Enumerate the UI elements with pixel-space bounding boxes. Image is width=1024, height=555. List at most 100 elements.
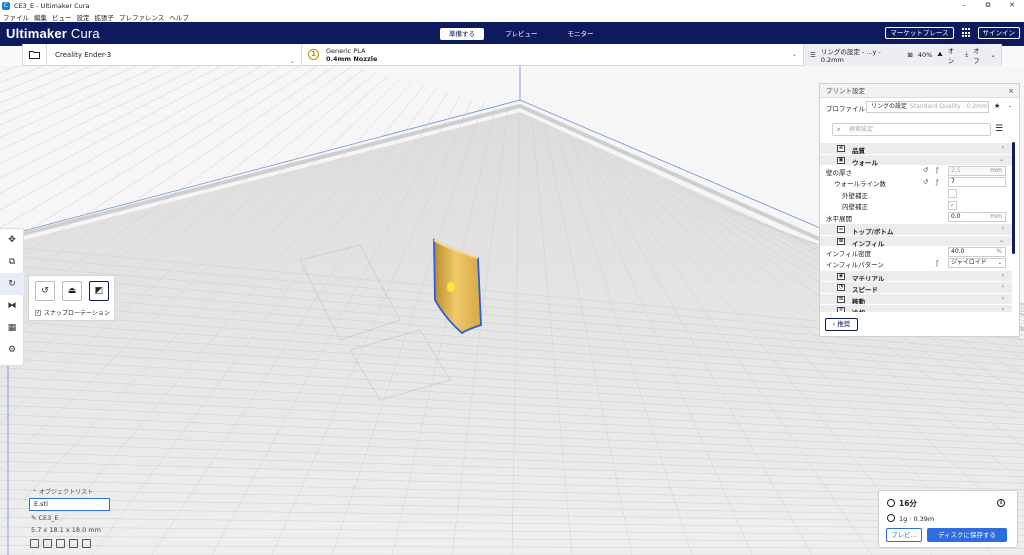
star-icon[interactable]: ★ xyxy=(994,102,1000,110)
setting-value-input[interactable]: 7 xyxy=(948,177,1006,188)
reset-icon[interactable]: ↺ xyxy=(923,178,928,186)
quality-icon: ≡ xyxy=(837,145,845,152)
chevron-icon: ‹ xyxy=(1001,283,1004,291)
info-icon[interactable]: i xyxy=(997,499,1005,507)
function-icon[interactable]: ƒ xyxy=(936,178,938,186)
settings-category[interactable]: ⊠ インフィル ⌄ xyxy=(820,234,1012,248)
setting-select[interactable]: ジャイロイド ⌄ xyxy=(948,258,1006,269)
view-right-icon[interactable] xyxy=(82,539,91,548)
view-front-icon[interactable] xyxy=(43,539,52,548)
print-settings-selector[interactable]: ☰ リングの設定 - ...y - 0.2mm ⊠ 40% ⛰ オン ⤓ オフ … xyxy=(804,43,1001,66)
apps-grid-icon[interactable] xyxy=(961,28,972,38)
function-icon[interactable]: ƒ xyxy=(936,166,938,174)
setting-value-input[interactable]: 0.0 mm xyxy=(948,212,1006,223)
save-to-disk-button[interactable]: ディスクに保存する xyxy=(927,528,1007,542)
profile-selector[interactable]: リングの設定 Standard Quality - 0.2mm xyxy=(866,101,989,113)
brand-logo: Ultimaker Cura xyxy=(6,26,100,41)
per-model-settings-icon: ▦ xyxy=(7,323,17,333)
settings-scrollbar[interactable] xyxy=(1012,142,1015,254)
signin-button[interactable]: サインイン xyxy=(977,27,1020,39)
function-icon[interactable]: ƒ xyxy=(936,259,938,267)
settings-category[interactable]: ☰ トップ/ボトム ‹ xyxy=(820,223,1012,236)
reset-icon[interactable]: ↺ xyxy=(923,166,928,174)
panel-header: プリント設定 × xyxy=(820,84,1019,98)
menu-settings[interactable]: 設定 xyxy=(77,12,90,22)
chevron-down-icon: ⌄ xyxy=(997,260,1002,267)
menu-file[interactable]: ファイル xyxy=(3,12,29,22)
object-list-item[interactable]: E.stl xyxy=(29,498,110,511)
marketplace-button[interactable]: マーケットプレース xyxy=(885,27,954,39)
view-top-icon[interactable] xyxy=(56,539,65,548)
setting-row: 外壁補正 xyxy=(820,188,1012,200)
settings-visibility-menu-icon[interactable]: ☰ xyxy=(995,124,1003,134)
material-selector[interactable]: 1 Generic PLA 0.4mm Nozzle ⌄ xyxy=(302,43,804,66)
menu-view[interactable]: ビュー xyxy=(52,12,72,22)
menu-help[interactable]: ヘルプ xyxy=(169,12,189,22)
chevron-down-icon[interactable]: ⌄ xyxy=(1008,103,1012,109)
chevron-down-icon: ⌄ xyxy=(289,57,295,65)
setting-value-input[interactable]: 40.0% xyxy=(948,246,1006,257)
menu-extensions[interactable]: 拡張子 xyxy=(95,12,115,22)
select-face-to-align-button[interactable]: ◩ xyxy=(89,281,109,301)
mirror-icon: ⧓ xyxy=(7,301,17,311)
view-3d-icon[interactable] xyxy=(30,539,39,548)
settings-category[interactable]: ▣ ウォール ⌄ xyxy=(820,153,1012,167)
search-icon: ⌕ xyxy=(837,126,841,133)
setting-label: ウォールライン数 xyxy=(834,180,886,189)
settings-category[interactable]: ⇆ 移動 ‹ xyxy=(820,292,1012,306)
rotate-tool-button[interactable]: ↻ xyxy=(0,273,24,295)
setting-checkbox[interactable] xyxy=(948,189,957,199)
reset-rotation-button[interactable]: ↺ xyxy=(35,281,55,301)
close-button[interactable]: ✕ xyxy=(1000,0,1024,11)
open-file-button[interactable] xyxy=(23,43,47,66)
view-left-icon[interactable] xyxy=(69,539,78,548)
spool-icon xyxy=(887,514,895,522)
settings-category[interactable]: ≡ 品質 ‹ xyxy=(820,142,1012,155)
settings-search-input[interactable]: ⌕ 検索設定 xyxy=(832,123,991,136)
chevron-icon: ‹ xyxy=(1001,225,1004,233)
chevron-icon: ‹ xyxy=(1001,306,1004,312)
snap-rotation-toggle[interactable]: ✓ スナップローテーション xyxy=(35,308,110,317)
rotate-icon: ↻ xyxy=(8,279,16,289)
setting-value: 7 xyxy=(951,178,955,186)
window-titlebar: C CE3_E - Ultimaker Cura – ⧉ ✕ xyxy=(0,0,1024,11)
close-icon[interactable]: × xyxy=(1008,84,1014,98)
settings-category[interactable]: ◔ スピード ‹ xyxy=(820,281,1012,294)
job-name[interactable]: ✎ CE3_E xyxy=(31,514,59,522)
tab-prepare[interactable]: 準備する xyxy=(440,28,484,40)
minimize-button[interactable]: – xyxy=(952,0,976,11)
header-actions: マーケットプレース サインイン xyxy=(879,27,1020,39)
scale-icon: ⧉ xyxy=(8,257,16,267)
chevron-down-icon: ⌄ xyxy=(990,50,996,59)
material-estimate-value: 1g · 0.39m xyxy=(899,515,935,523)
setting-unit: % xyxy=(996,247,1002,255)
checkbox-icon[interactable]: ✓ xyxy=(35,309,41,316)
snap-rotation-label: スナップローテーション xyxy=(44,310,110,317)
move-tool-button[interactable]: ✥ xyxy=(0,229,24,251)
lay-flat-button[interactable]: ⏏ xyxy=(62,281,82,301)
scale-tool-button[interactable]: ⧉ xyxy=(0,251,24,273)
recommended-button[interactable]: ‹ 推奨 xyxy=(825,318,858,331)
per-model-settings-button[interactable]: ▦ xyxy=(0,317,24,339)
settings-category[interactable]: ◉ マテリアル ‹ xyxy=(820,269,1012,283)
menu-edit[interactable]: 編集 xyxy=(34,12,47,22)
menu-preferences[interactable]: プレファレンス xyxy=(119,12,164,22)
setting-value: 40.0 xyxy=(951,247,965,255)
setting-value-input[interactable]: 2.5 mm xyxy=(948,165,1006,176)
setting-value: 0.0 xyxy=(951,213,961,221)
support-blocker-button[interactable]: ⚙ xyxy=(0,339,24,361)
tab-preview[interactable]: プレビュー xyxy=(496,28,547,40)
settings-category[interactable]: ✲ 冷却 ‹ xyxy=(820,304,1012,312)
printer-selector[interactable]: Creality Ender-3 ⌄ xyxy=(47,43,302,66)
preview-button[interactable]: プレビ... xyxy=(886,528,922,542)
printer-name: Creality Ender-3 xyxy=(55,50,112,59)
object-list-toggle[interactable]: ⌃ オブジェクトリスト xyxy=(32,487,93,496)
view-orientation-buttons xyxy=(30,539,95,548)
setting-label: 外壁補正 xyxy=(842,191,868,200)
tab-monitor[interactable]: モニター xyxy=(559,28,603,40)
lay-flat-icon: ⏏ xyxy=(67,286,77,296)
align-face-icon: ◩ xyxy=(94,286,104,296)
maximize-button[interactable]: ⧉ xyxy=(976,0,1000,11)
setting-checkbox[interactable]: ✓ xyxy=(948,200,957,210)
mirror-tool-button[interactable]: ⧓ xyxy=(0,295,24,317)
